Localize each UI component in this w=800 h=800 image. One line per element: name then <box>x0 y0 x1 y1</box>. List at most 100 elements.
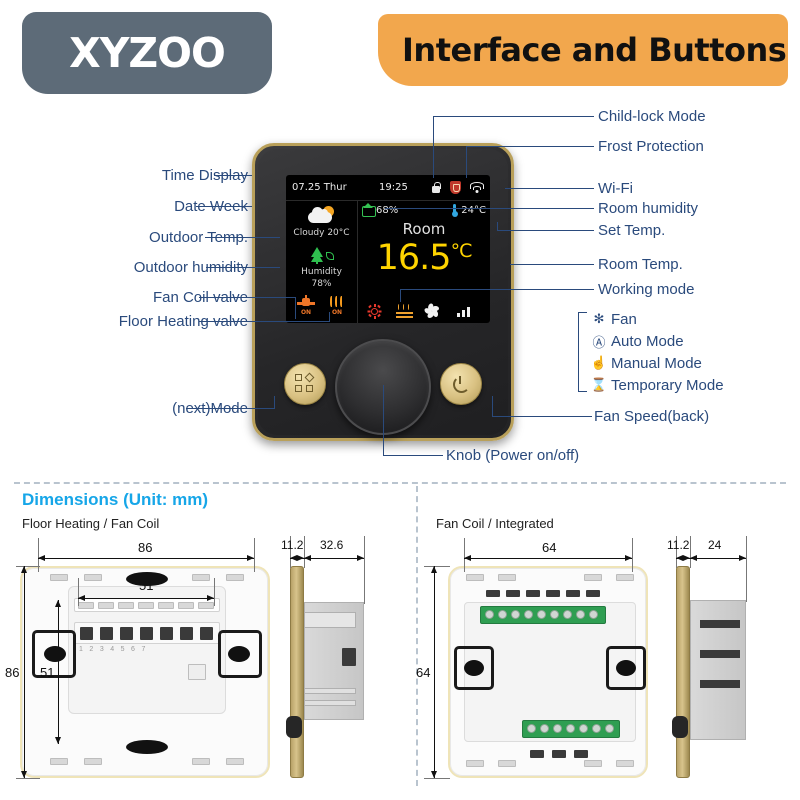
dim-86-height: 86 <box>5 665 20 680</box>
leader-child-lock-h <box>433 116 574 117</box>
terminal-numbers: 1 2 3 4 5 6 7 <box>79 646 145 653</box>
leader-mode-button-v <box>274 396 275 409</box>
leader-knob <box>383 455 443 456</box>
right-mount-hole <box>228 646 250 662</box>
room-label: Room <box>402 220 446 238</box>
dim-line-51-width <box>78 595 214 601</box>
left-side-knob-profile <box>286 716 302 738</box>
bottom-slot <box>126 740 168 754</box>
leader-date <box>196 206 252 207</box>
right-side-knob-profile <box>672 716 688 738</box>
house-icon <box>362 203 376 217</box>
terminal-number: 2 <box>89 646 94 653</box>
leader-fan-speed-v <box>492 396 493 417</box>
leader-working-mode <box>400 289 594 290</box>
dim-line-24 <box>690 555 746 561</box>
mode-label-auto: Auto Mode <box>611 332 684 350</box>
wifi-icon <box>470 182 484 193</box>
mode-row-fan: ✻ Fan <box>592 308 724 330</box>
left-side-faceplate <box>290 566 304 778</box>
terminal-number: 3 <box>99 646 104 653</box>
left-connector <box>188 664 206 680</box>
callout-fan-speed: Fan Speed(back) <box>594 408 710 425</box>
floor-heating-valve-status: ON <box>328 296 346 316</box>
tree-icon <box>308 245 336 265</box>
leader-working-mode-v <box>400 289 401 302</box>
left-mount-hole <box>44 646 66 662</box>
left-dimension-subtitle: Floor Heating / Fan Coil <box>22 516 160 531</box>
callout-child-lock: Child-lock Mode <box>598 108 706 125</box>
right-side-faceplate <box>676 566 690 778</box>
right-dimension-subtitle: Fan Coil / Integrated <box>436 516 554 531</box>
leader-fan-coil-valve-v <box>295 297 296 319</box>
terminal-number: 7 <box>141 646 146 653</box>
leader-set-temp <box>497 230 594 231</box>
cloudy-sun-icon <box>307 206 337 226</box>
logo-text: XYZOO <box>69 29 226 77</box>
signal-bars-icon <box>457 305 470 317</box>
mode-label-manual: Manual Mode <box>611 354 702 372</box>
right-device-backplate <box>448 566 648 778</box>
terminal-number: 1 <box>79 646 83 653</box>
dim-line-11-2-left <box>290 555 304 561</box>
mode-row-auto: Ⓐ Auto Mode <box>592 330 724 352</box>
callout-working-mode: Working mode <box>598 281 695 298</box>
floor-heating-icon <box>396 303 413 319</box>
right-terminal-block-top <box>480 606 606 624</box>
heat-wave-icon <box>328 296 346 309</box>
dim-11-2-right: 11.2 <box>667 538 690 552</box>
dim-line-64-width <box>464 555 632 561</box>
set-temp-value: 24°C <box>461 205 486 216</box>
dimensions-title: Dimensions (Unit: mm) <box>22 490 209 509</box>
callout-set-temp: Set Temp. <box>598 222 666 239</box>
dim-24: 24 <box>708 538 722 552</box>
leader-mode-button <box>186 408 274 409</box>
auto-glyph-icon: Ⓐ <box>592 334 606 350</box>
valve-status-group: ON ON <box>297 295 346 316</box>
dim-51-height: 51 <box>40 665 55 680</box>
fan-speed-button[interactable] <box>440 363 482 405</box>
screen-status-bar: 07.25 Thur 19:25 <box>286 175 490 201</box>
left-terminal-strip-screws <box>74 622 220 644</box>
dim-11-2-left: 11.2 <box>281 538 304 552</box>
device-screen: 07.25 Thur 19:25 Cloudy 20°C Humidity 78… <box>286 175 490 323</box>
leader-outdoor-humidity <box>206 267 280 268</box>
outdoor-panel: Cloudy 20°C Humidity 78% ON ON <box>286 201 358 323</box>
divider-top <box>14 482 786 484</box>
floor-heating-valve-state: ON <box>331 309 343 316</box>
mode-button[interactable] <box>284 363 326 405</box>
leader-knob-v <box>383 385 384 456</box>
set-temp-group: 24°C <box>451 204 486 217</box>
dim-line-51-height <box>55 600 61 744</box>
mode-row-manual: ☝ Manual Mode <box>591 352 724 374</box>
temporary-glyph-icon: ⌛ <box>590 377 608 392</box>
outdoor-temp-text: Cloudy 20°C <box>293 228 350 238</box>
shield-icon <box>450 181 461 194</box>
section-banner: Interface and Buttons <box>378 14 788 86</box>
callout-knob: Knob (Power on/off) <box>446 447 580 464</box>
leader-room-humidity <box>385 208 594 209</box>
leader-room-temp <box>510 264 594 265</box>
thermometer-icon <box>451 204 459 217</box>
dim-32-6: 32.6 <box>320 538 344 552</box>
screen-body: Cloudy 20°C Humidity 78% ON ON 68% 24°C … <box>286 201 490 323</box>
sun-icon <box>367 303 382 319</box>
left-terminal-strip-top <box>74 598 220 612</box>
leader-frost-h <box>466 146 574 147</box>
banner-title: Interface and Buttons <box>402 31 787 69</box>
mode-row-temporary: ⌛ Temporary Mode <box>590 374 724 396</box>
working-mode-row <box>358 302 490 320</box>
leader-set-temp-v <box>497 222 498 231</box>
outdoor-humidity-label: Humidity <box>301 267 342 277</box>
room-temp-unit: °C <box>450 240 473 262</box>
room-humidity-group: 68% <box>362 203 398 217</box>
room-temp-display: 16.5°C <box>358 238 490 278</box>
fan-speed-icon <box>451 374 472 395</box>
fan-coil-valve-state: ON <box>300 309 312 316</box>
dim-64-width: 64 <box>542 540 557 555</box>
leader-wifi <box>505 188 594 189</box>
terminal-number: 6 <box>131 646 135 653</box>
right-terminal-block-bottom <box>522 720 620 738</box>
fan-icon <box>422 302 443 320</box>
dim-51-width: 51 <box>139 578 154 593</box>
